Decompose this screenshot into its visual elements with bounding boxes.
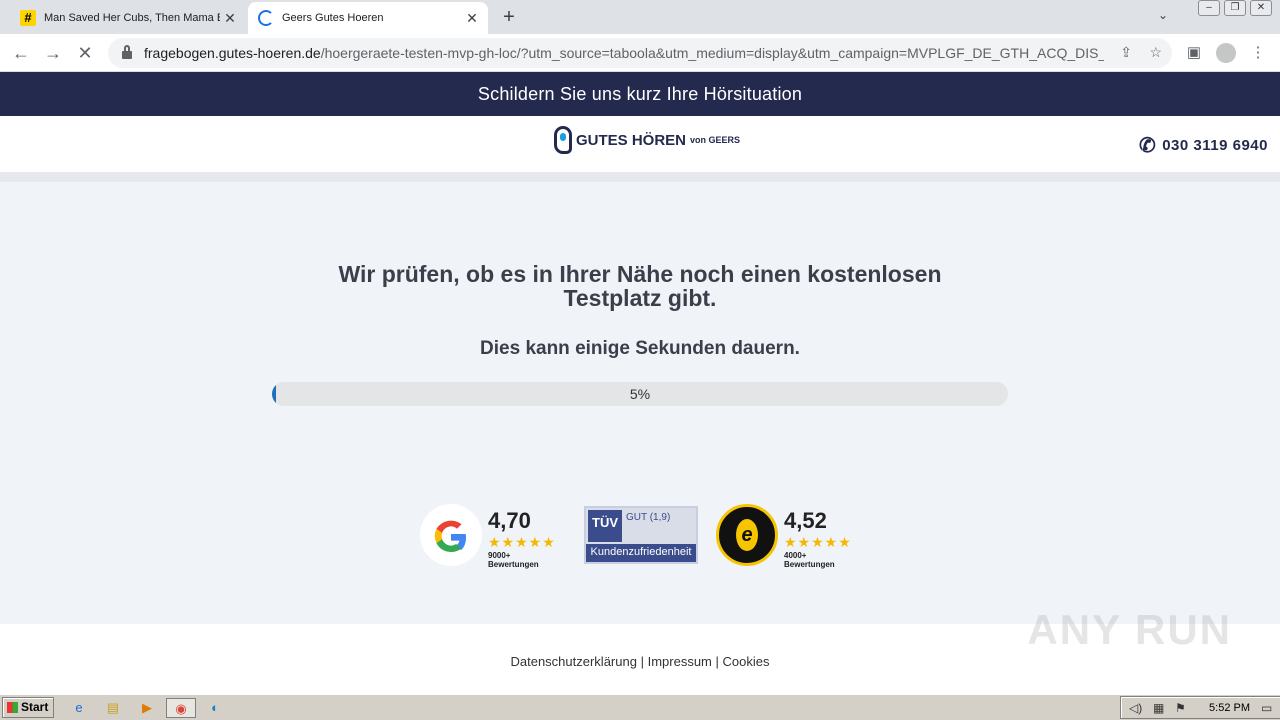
trusted-shops-rating: 4,52 ★★★★★ 4000+ Bewertungen — [784, 508, 852, 569]
show-desktop-icon[interactable]: ▭ — [1261, 701, 1272, 715]
star-bookmark-icon[interactable]: ☆ — [1149, 44, 1162, 61]
phone-number: 030 3119 6940 — [1162, 137, 1268, 154]
web-page: Schildern Sie uns kurz Ihre Hörsituation… — [0, 72, 1280, 692]
page-title: Wir prüfen, ob es in Ihrer Nähe noch ein… — [338, 261, 942, 311]
chevron-down-icon[interactable]: ⌄ — [1158, 8, 1168, 22]
system-tray: ◁) ▦ ⚑ 5:52 PM ▭ — [1120, 696, 1280, 719]
chrome-icon[interactable]: ◉ — [166, 698, 196, 718]
phone-link[interactable]: ✆ 030 3119 6940 — [1139, 133, 1268, 158]
forward-arrow-icon[interactable]: → — [42, 42, 64, 64]
network-icon[interactable]: ▦ — [1153, 701, 1164, 715]
url-domain: fragebogen.gutes-hoeren.de — [144, 45, 321, 61]
menu-kebab-icon[interactable]: ⋮ — [1248, 43, 1268, 61]
close-icon[interactable]: ✕ — [462, 10, 482, 27]
tab-man-saved-cubs[interactable]: # Man Saved Her Cubs, Then Mama Be ✕ — [10, 2, 246, 34]
close-window-button[interactable]: ✕ — [1250, 0, 1272, 16]
tab-title: Man Saved Her Cubs, Then Mama Be — [44, 12, 220, 24]
file-explorer-icon[interactable]: ▤ — [102, 698, 124, 718]
stop-loading-icon[interactable]: ✕ — [74, 42, 96, 64]
progress-label: 5% — [629, 386, 651, 402]
google-stars: ★★★★★ — [488, 534, 556, 550]
logo-suffix: von GEERS — [690, 135, 741, 145]
tab-geers-gutes-hoeren[interactable]: Geers Gutes Hoeren ✕ — [248, 2, 488, 34]
trusted-review-count: 4000+ Bewertungen — [784, 551, 835, 569]
privacy-link[interactable]: Datenschutzerklärung — [510, 654, 636, 669]
logo-text: GUTES HÖREN — [576, 131, 687, 149]
top-banner: Schildern Sie uns kurz Ihre Hörsituation — [0, 72, 1280, 116]
footer-separator: | — [715, 654, 719, 669]
browser-tabstrip: # Man Saved Her Cubs, Then Mama Be ✕ Gee… — [0, 0, 1280, 34]
google-rating-value: 4,70 — [488, 508, 531, 533]
google-rating: 4,70 ★★★★★ 9000+ Bewertungen — [488, 508, 556, 569]
url-path: /hoergeraete-testen-mvp-gh-loc/?utm_sour… — [320, 45, 1104, 61]
profile-icon[interactable] — [1216, 43, 1236, 63]
trusted-stars: ★★★★★ — [784, 534, 852, 550]
windows-taskbar: Start e ▤ ▶ ◉ ◐ ◁) ▦ ⚑ 5:52 PM ▭ — [0, 694, 1280, 720]
restore-button[interactable]: ❐ — [1224, 0, 1246, 16]
trusted-shops-logo-icon: e — [716, 504, 778, 566]
site-header: GUTES HÖREN von GEERS ✆ 030 3119 6940 — [0, 116, 1280, 182]
tuv-logo: TÜV — [588, 510, 622, 542]
start-button[interactable]: Start — [2, 697, 54, 718]
tab-title: Geers Gutes Hoeren — [282, 12, 384, 24]
address-bar[interactable]: fragebogen.gutes-hoeren.de/hoergeraete-t… — [108, 38, 1172, 68]
progress-bar: 5% — [272, 382, 1008, 406]
trusted-shops-letter: e — [736, 519, 758, 551]
side-panel-icon[interactable]: ▣ — [1184, 43, 1204, 61]
share-icon[interactable]: ⇪ — [1120, 44, 1132, 61]
browser-toolbar: ← → ✕ fragebogen.gutes-hoeren.de/hoerger… — [0, 34, 1280, 72]
loading-spinner-icon — [258, 10, 274, 26]
tuv-label: Kundenzufriedenheit — [590, 546, 692, 558]
new-tab-button[interactable]: + — [498, 6, 520, 28]
trusted-rating-value: 4,52 — [784, 508, 827, 533]
google-review-count: 9000+ Bewertungen — [488, 551, 539, 569]
clock: 5:52 PM — [1209, 702, 1250, 714]
tuv-badge: TÜV GUT (1,9) Kundenzufriedenheit — [584, 506, 698, 564]
internet-explorer-icon[interactable]: e — [68, 698, 90, 718]
lock-icon — [122, 45, 132, 59]
gutes-hoeren-logo[interactable]: GUTES HÖREN von GEERS — [554, 126, 740, 154]
minimize-button[interactable]: – — [1198, 0, 1220, 16]
edge-icon[interactable]: ◐ — [204, 698, 226, 718]
hashtag-icon: # — [20, 10, 36, 26]
ear-logo-icon — [554, 126, 572, 154]
cookies-link[interactable]: Cookies — [723, 654, 770, 669]
imprint-link[interactable]: Impressum — [648, 654, 712, 669]
google-logo-icon — [420, 504, 482, 566]
page-subtitle: Dies kann einige Sekunden dauern. — [480, 338, 800, 359]
close-icon[interactable]: ✕ — [220, 10, 240, 27]
volume-icon[interactable]: ◁) — [1129, 701, 1142, 715]
anyrun-watermark: ANY RUN — [1027, 606, 1232, 653]
url-text[interactable]: fragebogen.gutes-hoeren.de/hoergeraete-t… — [144, 45, 1104, 61]
phone-icon: ✆ — [1138, 135, 1157, 157]
media-player-icon[interactable]: ▶ — [136, 698, 158, 718]
window-controls: – ❐ ✕ — [1198, 0, 1272, 20]
tuv-grade: GUT (1,9) — [626, 512, 671, 523]
back-arrow-icon[interactable]: ← — [10, 42, 32, 64]
flag-icon[interactable]: ⚑ — [1175, 701, 1186, 715]
footer-separator: | — [640, 654, 644, 669]
